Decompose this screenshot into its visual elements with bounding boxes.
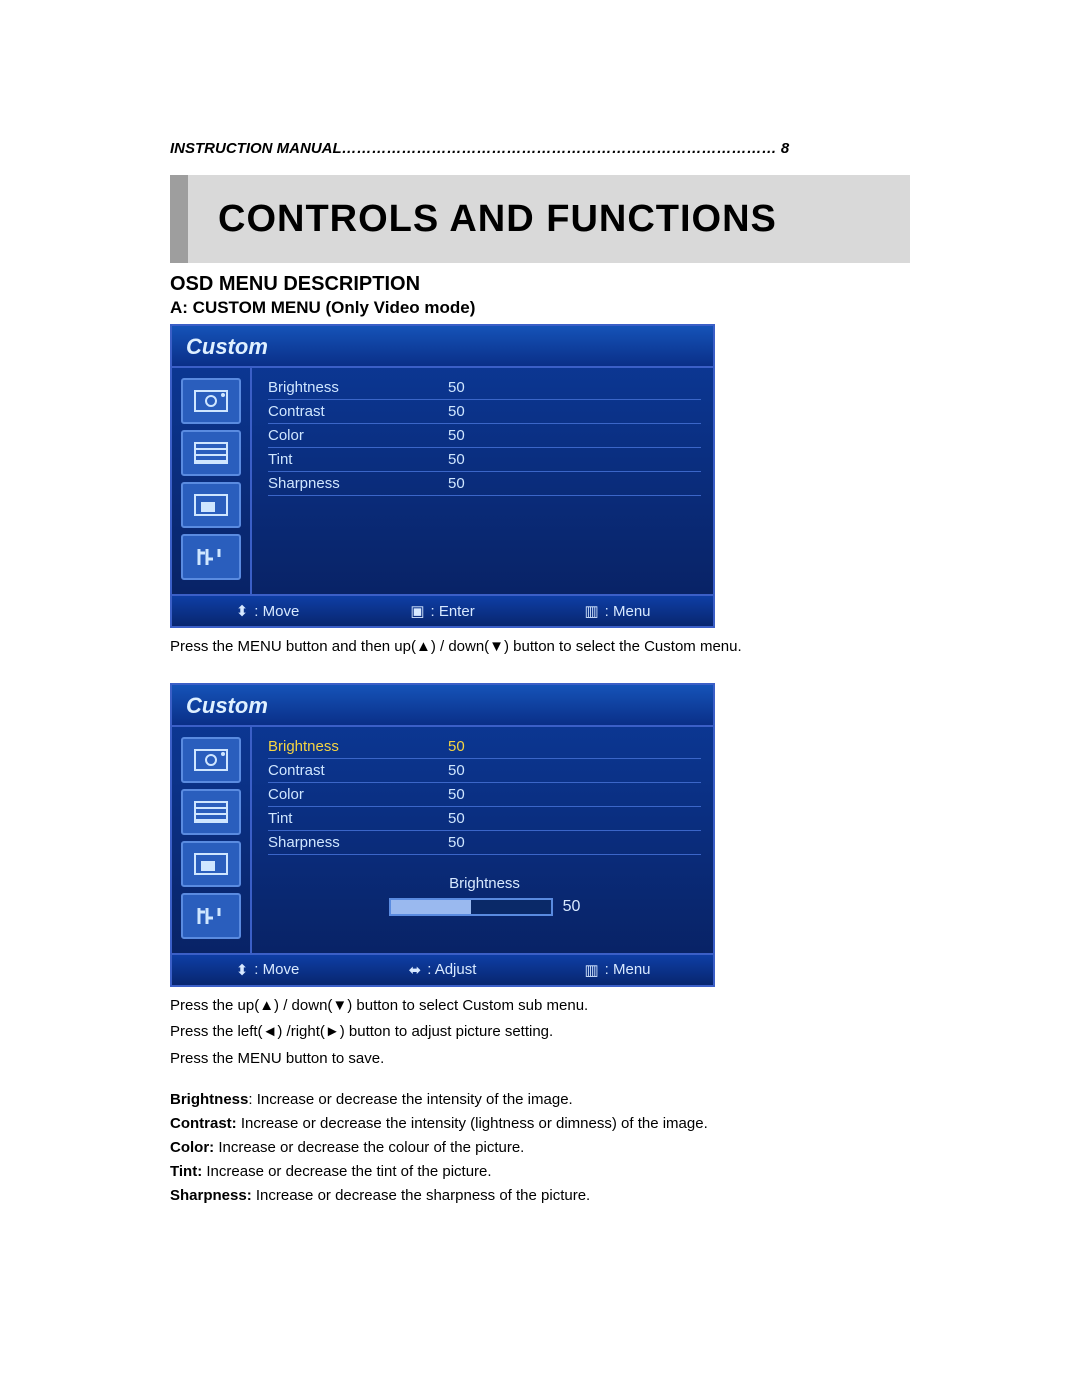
menu-row[interactable]: Brightness50	[268, 735, 701, 759]
row-label: Tint	[268, 810, 448, 827]
adjuster-value: 50	[563, 898, 581, 916]
page-header: INSTRUCTION MANUAL……………………………………………………………	[170, 140, 910, 157]
def-desc: Increase or decrease the sharpness of th…	[252, 1187, 591, 1204]
menu-footer: ⬍ : Move ▣ : Enter ▥ : Menu	[172, 594, 713, 626]
menu-main: Brightness50 Contrast50 Color50 Tint50 S…	[252, 727, 713, 953]
section-banner: CONTROLS AND FUNCTIONS	[170, 175, 910, 263]
row-value: 50	[448, 810, 528, 827]
leftright-icon: ⬌	[409, 961, 422, 979]
custom-icon[interactable]	[181, 737, 241, 783]
row-label: Contrast	[268, 403, 448, 420]
osd-menu-2: Custom Brightness50 Contrast50 Color50 T…	[170, 683, 715, 987]
menu-footer: ⬍ : Move ⬌ : Adjust ▥ : Menu	[172, 953, 713, 985]
menu-row[interactable]: Brightness50	[268, 376, 701, 400]
slider-fill	[391, 900, 471, 914]
menu-row[interactable]: Contrast50	[268, 759, 701, 783]
menu-row[interactable]: Tint50	[268, 448, 701, 472]
menu-row[interactable]: Contrast50	[268, 400, 701, 424]
row-label: Color	[268, 786, 448, 803]
tools-icon[interactable]	[181, 534, 241, 580]
menu-sidebar	[172, 368, 252, 594]
menu-row[interactable]: Sharpness50	[268, 831, 701, 855]
def-term: Color:	[170, 1139, 214, 1156]
picture-icon[interactable]	[181, 841, 241, 887]
row-value: 50	[448, 451, 528, 468]
row-label: Color	[268, 427, 448, 444]
menu-sidebar	[172, 727, 252, 953]
definitions: Brightness: Increase or decrease the int…	[170, 1088, 910, 1208]
tools-icon[interactable]	[181, 893, 241, 939]
row-label: Sharpness	[268, 475, 448, 492]
row-value: 50	[448, 834, 528, 851]
row-label: Brightness	[268, 379, 448, 396]
instruction-text: Press the MENU button and then up(▲) / d…	[170, 636, 910, 659]
row-value: 50	[448, 786, 528, 803]
row-value: 50	[448, 403, 528, 420]
def-term: Brightness	[170, 1091, 248, 1108]
menu-row[interactable]: Color50	[268, 783, 701, 807]
subtitle: A: CUSTOM MENU (Only Video mode)	[170, 298, 910, 318]
picture-icon[interactable]	[181, 482, 241, 528]
row-label: Brightness	[268, 738, 448, 755]
menu-row[interactable]: Tint50	[268, 807, 701, 831]
video-icon[interactable]	[181, 789, 241, 835]
custom-icon[interactable]	[181, 378, 241, 424]
def-desc: Increase or decrease the colour of the p…	[214, 1139, 524, 1156]
def-term: Sharpness:	[170, 1187, 252, 1204]
row-label: Sharpness	[268, 834, 448, 851]
def-term: Contrast:	[170, 1115, 237, 1132]
banner-title: CONTROLS AND FUNCTIONS	[218, 198, 777, 241]
row-value: 50	[448, 738, 528, 755]
video-icon[interactable]	[181, 430, 241, 476]
instruction-text: Press the left(◄) /right(►) button to ad…	[170, 1021, 910, 1044]
adjuster: Brightness 50	[268, 875, 701, 916]
enter-icon: ▣	[410, 602, 424, 620]
adjuster-label: Brightness	[268, 875, 701, 892]
menu-icon: ▥	[584, 602, 598, 620]
row-value: 50	[448, 762, 528, 779]
menu-row[interactable]: Sharpness50	[268, 472, 701, 496]
menu-main: Brightness50 Contrast50 Color50 Tint50 S…	[252, 368, 713, 594]
footer-adjust: : Adjust	[427, 961, 476, 978]
footer-move: : Move	[254, 603, 299, 620]
row-label: Contrast	[268, 762, 448, 779]
updown-icon: ⬍	[236, 961, 249, 979]
menu-title: Custom	[172, 685, 713, 727]
osd-title: OSD MENU DESCRIPTION	[170, 273, 910, 296]
menu-icon: ▥	[584, 961, 598, 979]
footer-move: : Move	[254, 961, 299, 978]
def-desc: Increase or decrease the tint of the pic…	[202, 1163, 491, 1180]
updown-icon: ⬍	[236, 602, 249, 620]
def-term: Tint:	[170, 1163, 202, 1180]
row-value: 50	[448, 427, 528, 444]
instruction-text: Press the up(▲) / down(▼) button to sele…	[170, 995, 910, 1018]
instruction-text: Press the MENU button to save.	[170, 1048, 910, 1071]
row-value: 50	[448, 475, 528, 492]
banner-accent	[170, 175, 188, 263]
menu-row[interactable]: Color50	[268, 424, 701, 448]
osd-menu-1: Custom Brightness50 Contrast50 Color50 T…	[170, 324, 715, 628]
def-desc: Increase or decrease the intensity (ligh…	[237, 1115, 708, 1132]
row-label: Tint	[268, 451, 448, 468]
footer-enter: : Enter	[431, 603, 475, 620]
row-value: 50	[448, 379, 528, 396]
menu-title: Custom	[172, 326, 713, 368]
def-desc: : Increase or decrease the intensity of …	[248, 1091, 572, 1108]
slider[interactable]	[389, 898, 553, 916]
footer-menu: : Menu	[605, 961, 651, 978]
footer-menu: : Menu	[605, 603, 651, 620]
